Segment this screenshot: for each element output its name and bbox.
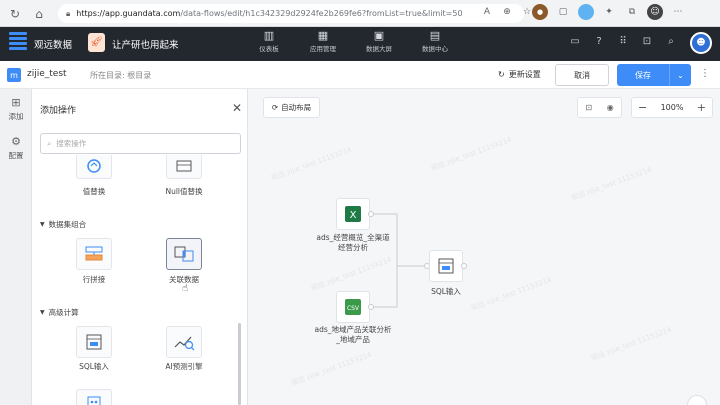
sql-node-icon — [438, 258, 454, 274]
app-header: 观远数据 🚀︎ 让产研也用起来 ▥ 仪表板 ▦ 应用管理 ▣ 数据大屏 ▤ 数据… — [0, 27, 720, 61]
output-port[interactable] — [368, 211, 374, 217]
flow-canvas[interactable]: ⟳ 自动布局 ⊡ ◉ − 100% + 观远 zijie_test 111532… — [249, 89, 720, 405]
node-sql-input[interactable] — [429, 250, 463, 282]
pocket-icon[interactable]: ▢ — [555, 4, 571, 20]
op-label: Null值替换 — [165, 187, 203, 196]
message-icon[interactable]: ▭ — [568, 34, 582, 48]
lock-icon: 🔒︎ — [66, 8, 71, 18]
row-concat-icon — [85, 246, 103, 261]
data-screen-icon: ▣ — [373, 29, 385, 42]
svg-text:X: X — [350, 210, 357, 221]
hand-cursor-icon: ☝︎ — [182, 283, 189, 294]
left-rail: ⊞ 添加 ⚙ 配置 — [0, 89, 32, 405]
more-options-icon[interactable]: ⋮ — [700, 68, 710, 79]
output-port[interactable] — [461, 263, 467, 269]
update-settings-button[interactable]: ↻ 更新设置 — [498, 69, 541, 80]
dataflow-icon: m — [7, 68, 21, 82]
op-sql-input[interactable] — [76, 326, 112, 358]
value-replace-icon — [87, 158, 101, 173]
app-manage-icon: ▦ — [317, 29, 329, 42]
rail-config[interactable]: ⚙ 配置 — [0, 135, 32, 161]
url-path: /data-flows/edit/h1c342329d2924fe2b269fe… — [180, 9, 463, 18]
nav-app-manage[interactable]: ▦ 应用管理 — [303, 29, 343, 53]
address-bar[interactable]: 🔒︎ https://app.guandata.com/data-flows/e… — [58, 4, 524, 23]
node-excel-dataset[interactable]: X — [336, 198, 370, 230]
add-node-icon: ⊞ — [11, 96, 21, 109]
caret-down-icon: ▼ — [40, 309, 45, 316]
op-label: SQL输入 — [79, 362, 109, 371]
extension-cookie-icon[interactable]: ● — [532, 4, 548, 20]
data-center-icon: ▤ — [429, 29, 441, 42]
flow-name[interactable]: zijie_test — [27, 69, 67, 79]
op-label: 值替换 — [82, 187, 106, 196]
output-port[interactable] — [368, 304, 374, 310]
browser-toolbar: ↻ ⌂ 🔒︎ https://app.guandata.com/data-flo… — [0, 0, 720, 27]
op-label: AI预测引擎 — [165, 362, 203, 371]
reload-icon[interactable]: ↻ — [4, 3, 26, 25]
node-label: ads_经营概览_全渠道经营分析 — [316, 233, 390, 252]
op-ai-predict[interactable] — [166, 326, 202, 358]
gear-icon: ⚙ — [11, 135, 21, 148]
rocket-icon[interactable]: 🚀︎ — [88, 33, 105, 52]
add-operation-panel: 添加操作 ✕ ⌕ 搜索操作 值替换 Null值替换 ▼ 数据集组合 行拼接 关联… — [32, 89, 248, 405]
node-csv-dataset[interactable]: CSV — [336, 291, 370, 323]
translate-icon[interactable]: A — [480, 5, 494, 19]
flow-title-bar: m zijie_test 所在目录: 根目录 ↻ 更新设置 取消 保存 ⌄ ⋮ — [0, 61, 720, 89]
extension-blue-icon[interactable] — [578, 4, 594, 20]
sql-input-icon — [86, 334, 102, 350]
search-icon: ⌕ — [47, 138, 52, 148]
search-operation-input[interactable]: ⌕ 搜索操作 — [40, 133, 241, 154]
inbox-icon[interactable]: ⊡ — [640, 34, 654, 48]
apps-grid-icon[interactable]: ⠿ — [616, 34, 630, 48]
help-icon[interactable]: ? — [592, 34, 606, 48]
nav-data-screen[interactable]: ▣ 数据大屏 — [359, 29, 399, 53]
close-icon[interactable]: ✕ — [232, 101, 242, 115]
project-name[interactable]: 让产研也用起来 — [112, 37, 179, 51]
save-button[interactable]: 保存 — [617, 64, 669, 86]
cancel-button[interactable]: 取消 — [555, 64, 609, 86]
nav-dashboard[interactable]: ▥ 仪表板 — [252, 29, 286, 53]
panel-title: 添加操作 — [40, 106, 77, 116]
search-icon[interactable]: ⌕ — [664, 34, 678, 48]
zoom-icon[interactable]: ⊕ — [500, 5, 514, 19]
svg-text:CSV: CSV — [347, 305, 360, 312]
excel-icon: X — [345, 206, 361, 222]
flow-directory: 所在目录: 根目录 — [90, 71, 152, 80]
ai-predict-icon — [174, 336, 195, 351]
nav-data-center[interactable]: ▤ 数据中心 — [415, 29, 455, 53]
rail-add[interactable]: ⊞ 添加 — [0, 96, 32, 122]
chevron-down-icon: ⌄ — [677, 70, 684, 80]
robot-icon — [87, 396, 101, 405]
section-advanced-calc[interactable]: ▼ 高级计算 — [40, 307, 79, 318]
csv-icon: CSV — [345, 299, 361, 315]
op-row-concat[interactable] — [76, 238, 112, 270]
op-join-data[interactable] — [166, 238, 202, 270]
split-view-icon[interactable]: ⧉ — [624, 4, 640, 20]
op-null-replace[interactable] — [166, 155, 202, 179]
join-data-icon — [174, 246, 194, 262]
op-more[interactable] — [76, 389, 112, 405]
user-avatar[interactable]: ☻ — [690, 32, 712, 54]
op-label: 行拼接 — [82, 275, 106, 284]
profile-icon[interactable]: ☺ — [647, 4, 663, 20]
menu-icon[interactable]: ⋯ — [670, 4, 686, 20]
refresh-icon: ↻ — [498, 70, 505, 79]
section-dataset-combine[interactable]: ▼ 数据集组合 — [40, 219, 86, 230]
dashboard-icon: ▥ — [263, 29, 275, 42]
op-value-replace[interactable] — [76, 155, 112, 179]
caret-down-icon: ▼ — [40, 221, 45, 228]
guandata-logo[interactable] — [9, 32, 27, 54]
node-label: ads_地域产品关联分析_地域产品 — [314, 325, 392, 344]
brand-name: 观远数据 — [34, 40, 73, 51]
save-dropdown-button[interactable]: ⌄ — [669, 64, 691, 86]
node-label: SQL输入 — [431, 287, 461, 296]
url-host: https://app.guandata.com — [76, 9, 181, 18]
panel-scrollbar[interactable] — [238, 323, 241, 405]
extension-puzzle-icon[interactable]: ✦ — [601, 4, 617, 20]
null-replace-icon — [176, 160, 192, 171]
home-icon[interactable]: ⌂ — [28, 3, 50, 25]
